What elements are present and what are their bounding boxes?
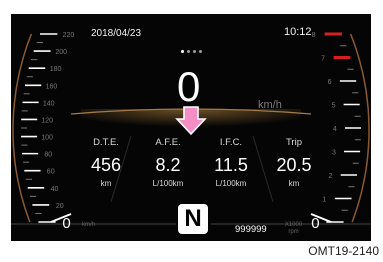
scale-label: 120 xyxy=(41,117,53,124)
scale-label: 100 xyxy=(41,135,53,142)
trip-label: Trip xyxy=(285,137,302,148)
trip-unit: km xyxy=(288,179,300,188)
scale-unit: X1000 xyxy=(285,222,303,228)
scale-label: 180 xyxy=(50,66,62,73)
afe-label: A.F.E. xyxy=(155,137,181,148)
page-dot xyxy=(199,50,202,53)
scale-label: 1 xyxy=(322,197,326,204)
scale-label: 7 xyxy=(321,56,325,63)
gear-indicator: N xyxy=(178,204,208,234)
ifc-value: 11.5 xyxy=(214,155,248,175)
speed-unit: km/h xyxy=(258,99,282,111)
scale-label: 4 xyxy=(333,126,337,133)
scale-label: 220 xyxy=(63,32,75,39)
trip-value: 20.5 xyxy=(276,155,312,175)
scale-unit: km/h xyxy=(82,222,95,228)
scale-label: 160 xyxy=(46,83,58,90)
page-dot xyxy=(181,50,184,53)
ifc-label: I.F.C. xyxy=(219,137,243,148)
scale-label: 80 xyxy=(44,152,52,159)
scale-label: 60 xyxy=(47,169,55,176)
odometer-value: 999999 xyxy=(235,224,267,235)
scale-label: 8 xyxy=(312,32,316,39)
scale-label: 40 xyxy=(51,186,59,193)
time-display: 10:12 xyxy=(284,26,312,38)
page-dot xyxy=(193,50,196,53)
date-display: 2018/04/23 xyxy=(91,28,142,39)
dte-value: 456 xyxy=(90,155,122,175)
scale-unit: rpm xyxy=(288,229,298,235)
scale-label: 2 xyxy=(329,173,333,180)
ifc-unit: L/100km xyxy=(215,179,247,188)
scale-label: 5 xyxy=(332,103,336,110)
afe-unit: L/100km xyxy=(152,179,184,188)
scale-label: 140 xyxy=(43,100,55,107)
page-dot xyxy=(187,50,190,53)
speed-value: 0 xyxy=(177,63,201,110)
scale-label: 6 xyxy=(328,79,332,86)
page-indicator xyxy=(181,50,202,53)
scale-label: 20 xyxy=(56,203,64,210)
scale-label: 200 xyxy=(55,49,67,56)
dte-unit: km xyxy=(100,179,112,188)
afe-value: 8.2 xyxy=(155,155,181,175)
figure-caption: OMT19-2140 xyxy=(308,244,379,258)
dte-label: D.T.E. xyxy=(93,137,119,148)
scale-label: 3 xyxy=(332,150,336,157)
instrument-cluster-display: 220 200 180 160 140 120 100 80 60 40 20 0 km/h 87654… xyxy=(11,14,371,241)
